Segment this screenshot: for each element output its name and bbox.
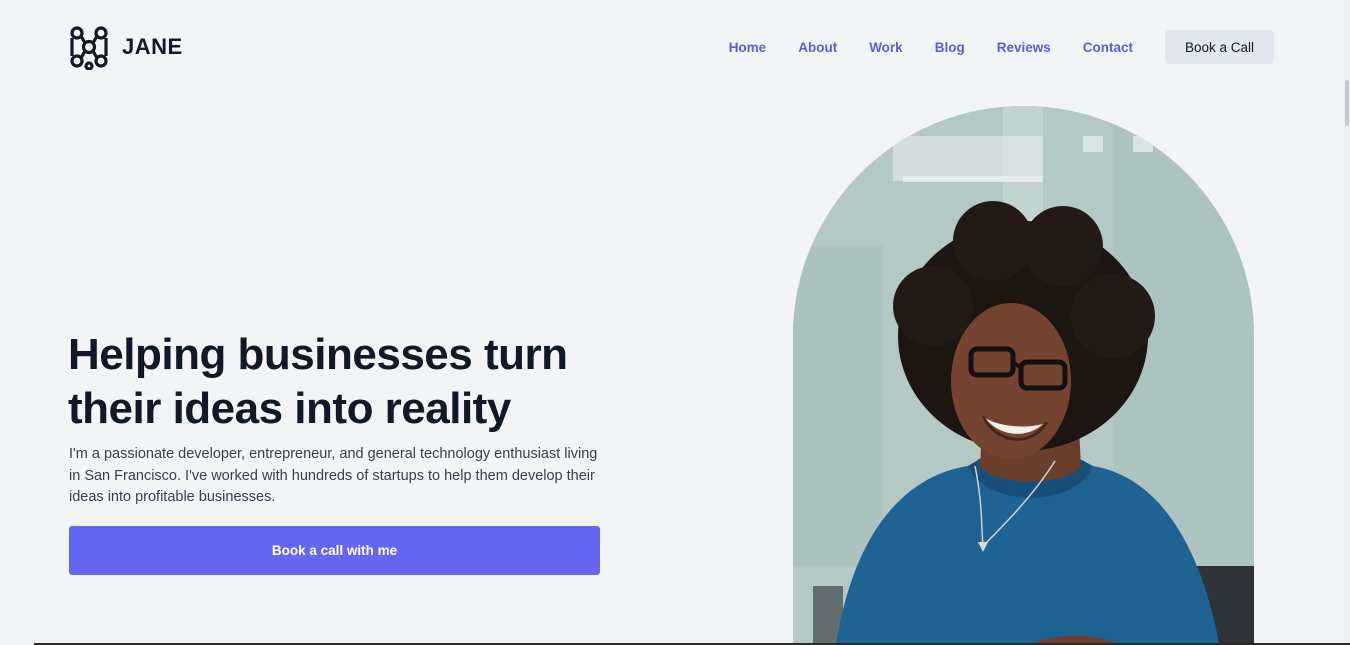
book-a-call-button[interactable]: Book a Call	[1165, 30, 1274, 64]
book-call-with-me-button[interactable]: Book a call with me	[69, 526, 600, 575]
hero-title: Helping businesses turn their ideas into…	[68, 328, 668, 436]
brand-logo[interactable]: JANE	[68, 24, 183, 70]
molecule-network-icon	[70, 26, 108, 70]
main-nav: Home About Work Blog Reviews Contact Boo…	[729, 30, 1274, 64]
hero-title-line-2: their ideas into reality	[68, 384, 511, 433]
nav-link-contact[interactable]: Contact	[1083, 40, 1133, 55]
brand-name: JANE	[122, 34, 183, 59]
hero-title-line-1: Helping businesses turn	[68, 330, 568, 379]
portrait-illustration	[793, 106, 1254, 645]
nav-link-work[interactable]: Work	[869, 40, 903, 55]
page: JANE Home About Work Blog Reviews Contac…	[0, 0, 1350, 645]
hero-description: I'm a passionate developer, entrepreneur…	[69, 446, 598, 505]
nav-link-blog[interactable]: Blog	[935, 40, 965, 55]
nav-link-home[interactable]: Home	[729, 40, 767, 55]
scrollbar-thumb[interactable]	[1345, 80, 1349, 126]
nav-link-about[interactable]: About	[798, 40, 837, 55]
nav-link-reviews[interactable]: Reviews	[997, 40, 1051, 55]
page-scrollbar[interactable]	[1344, 0, 1350, 645]
hero-portrait-image	[793, 106, 1254, 645]
